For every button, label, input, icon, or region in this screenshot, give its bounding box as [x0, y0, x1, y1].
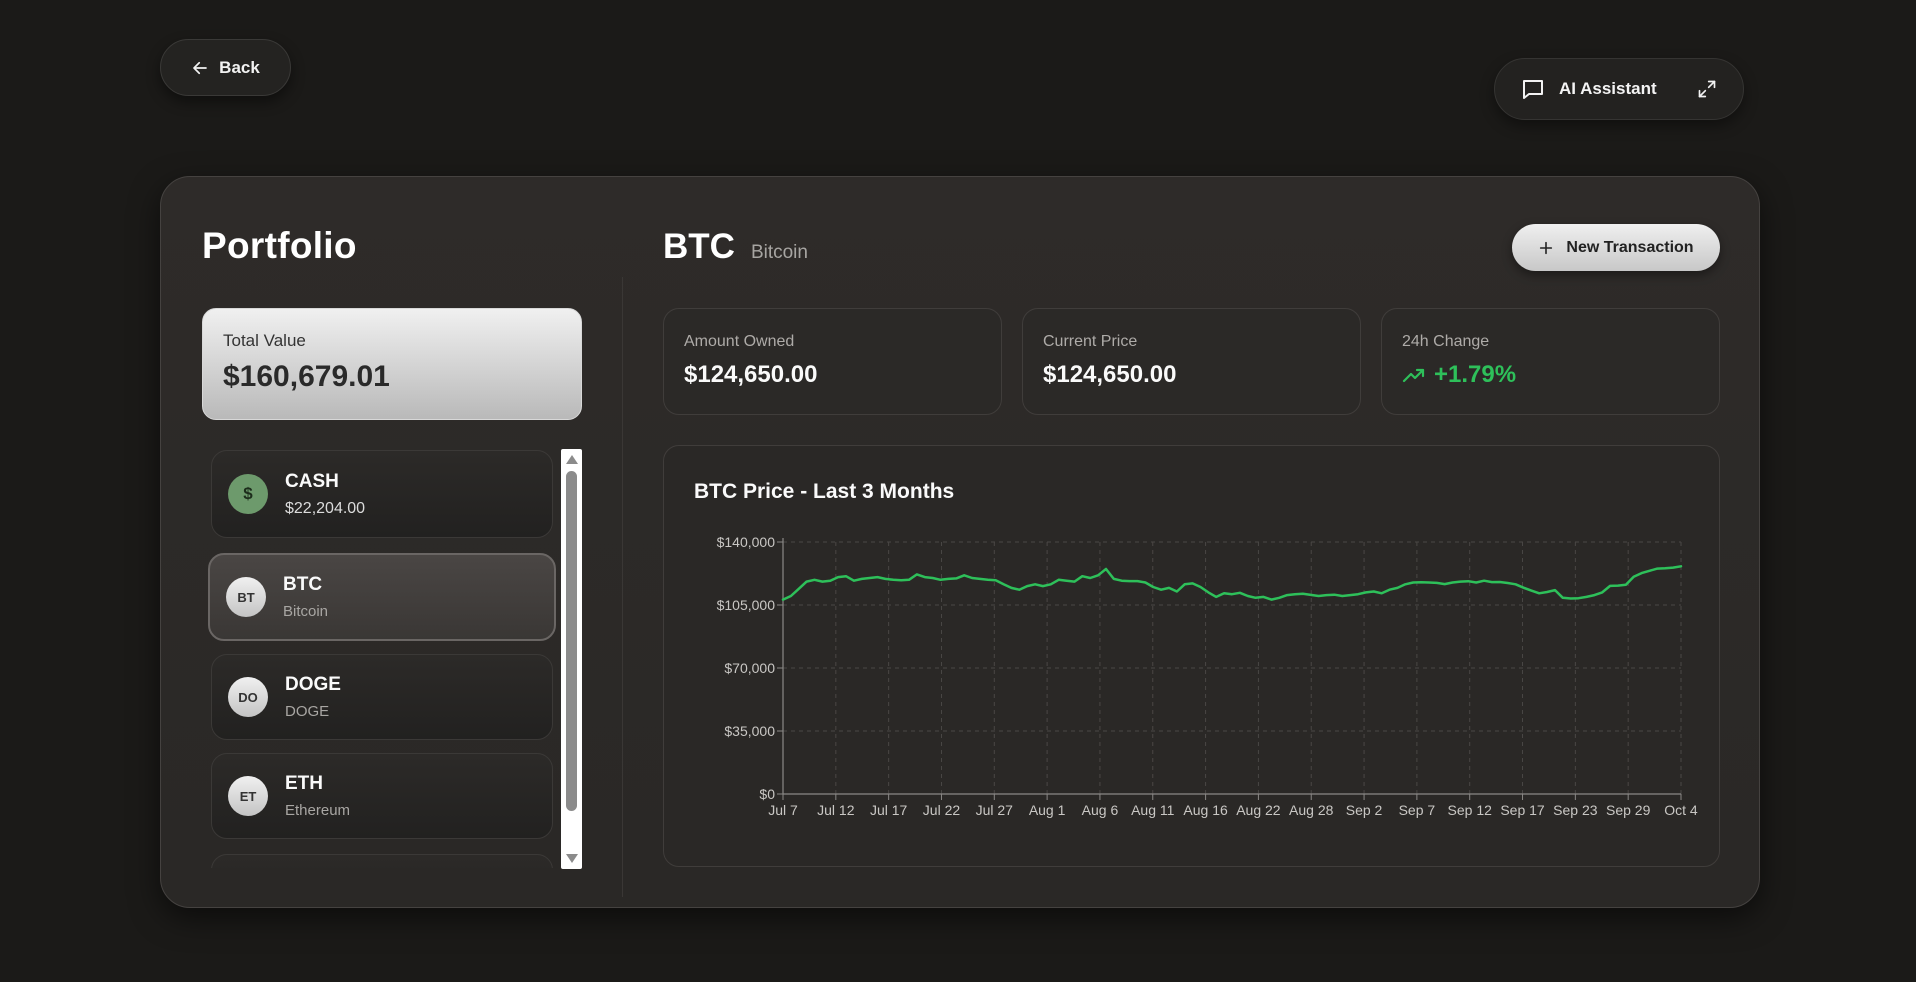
y-tick-label: $0	[759, 786, 775, 802]
asset-item-partial[interactable]	[211, 854, 553, 868]
coin-name: Bitcoin	[750, 242, 808, 263]
plus-icon	[1540, 241, 1553, 254]
x-tick-label: Sep 12	[1448, 802, 1493, 818]
y-tick-label: $70,000	[724, 660, 775, 676]
x-tick-label: Jul 7	[768, 802, 798, 818]
portfolio-title: Portfolio	[202, 225, 357, 266]
scroll-thumb[interactable]	[566, 471, 577, 811]
change-24h-card: 24h Change +1.79%	[1381, 308, 1720, 415]
dollar-icon: $	[228, 474, 268, 514]
current-price-label: Current Price	[1043, 333, 1138, 350]
chat-bubble-icon	[1523, 80, 1543, 99]
amount-owned-card: Amount Owned $124,650.00	[663, 308, 1002, 415]
price-chart-card: BTC Price - Last 3 Months $0 $35,000 $70,0…	[663, 445, 1720, 867]
change-24h-label: 24h Change	[1402, 333, 1490, 350]
x-tick-label: Jul 27	[976, 802, 1014, 818]
btc-avatar: BT	[226, 577, 266, 617]
y-tick-label: $105,000	[717, 597, 776, 613]
asset-item-btc[interactable]: BT BTC Bitcoin	[208, 553, 556, 641]
x-tick-label: Aug 11	[1131, 802, 1175, 818]
current-price-card: Current Price $124,650.00	[1022, 308, 1361, 415]
x-tick-label: Sep 17	[1500, 802, 1545, 818]
x-tick-label: Aug 28	[1289, 802, 1334, 818]
amount-owned-label: Amount Owned	[684, 333, 795, 350]
y-tick-label: $140,000	[717, 534, 776, 550]
asset-name: CASH	[285, 470, 339, 492]
x-tick-label: Sep 7	[1399, 802, 1436, 818]
total-value-card: Total Value $160,679.01	[202, 308, 582, 420]
asset-item-eth[interactable]: ET ETH Ethereum	[211, 753, 553, 839]
coin-heading: BTC Bitcoin	[663, 227, 808, 267]
total-value: $160,679.01	[223, 360, 390, 393]
total-value-label: Total Value	[223, 331, 306, 350]
asset-item-doge[interactable]: DO DOGE DOGE	[211, 654, 553, 740]
x-tick-label: Jul 22	[923, 802, 961, 818]
eth-avatar: ET	[228, 776, 268, 816]
x-tick-label: Aug 22	[1236, 802, 1281, 818]
x-tick-label: Jul 17	[870, 802, 908, 818]
current-price-value: $124,650.00	[1043, 361, 1177, 388]
asset-subtitle: DOGE	[285, 703, 330, 720]
change-24h-value: +1.79%	[1434, 361, 1517, 388]
asset-subtitle: Ethereum	[285, 802, 351, 819]
asset-list-scrollbar[interactable]	[561, 449, 582, 869]
y-tick-label: $35,000	[724, 723, 775, 739]
scroll-down-arrow-icon[interactable]	[566, 854, 578, 863]
asset-subtitle: Bitcoin	[283, 603, 329, 620]
ai-assistant-button[interactable]: AI Assistant	[1494, 58, 1744, 120]
asset-balance: $22,204.00	[285, 499, 366, 517]
x-tick-label: Jul 12	[817, 802, 855, 818]
x-tick-label: Aug 16	[1183, 802, 1228, 818]
asset-name: BTC	[283, 574, 323, 595]
main-panel: Portfolio Total Value $160,679.01 $ CASH…	[160, 176, 1760, 908]
asset-item-cash[interactable]: $ CASH $22,204.00	[211, 450, 553, 538]
ai-assistant-label: AI Assistant	[1559, 79, 1657, 98]
asset-list: $ CASH $22,204.00 BT BTC Bitcoin DO DOGE…	[202, 450, 565, 868]
x-tick-label: Sep 29	[1606, 802, 1651, 818]
new-transaction-button[interactable]: New Transaction	[1512, 224, 1720, 271]
scroll-up-arrow-icon[interactable]	[566, 455, 578, 464]
back-button[interactable]: Back	[160, 39, 291, 96]
price-chart: $0 $35,000 $70,000 $105,000 $140,000 Jul 7 Jul…	[717, 534, 1698, 818]
x-tick-label: Oct 4	[1664, 802, 1698, 818]
change-24h-row: +1.79%	[1402, 361, 1699, 389]
trending-up-icon	[1402, 368, 1425, 383]
back-label: Back	[219, 57, 260, 77]
expand-icon[interactable]	[1697, 79, 1717, 99]
btc-price-line	[781, 565, 1683, 601]
doge-avatar: DO	[228, 677, 268, 717]
x-tick-label: Aug 1	[1029, 802, 1066, 818]
panel-divider	[622, 277, 623, 897]
arrow-left-icon	[193, 61, 207, 74]
x-tick-label: Aug 6	[1082, 802, 1119, 818]
x-tick-label: Sep 23	[1553, 802, 1598, 818]
asset-name: ETH	[285, 773, 323, 794]
new-transaction-label: New Transaction	[1566, 238, 1694, 256]
asset-name: DOGE	[285, 674, 341, 695]
coin-symbol: BTC	[663, 227, 735, 266]
x-tick-label: Sep 2	[1346, 802, 1383, 818]
amount-owned-value: $124,650.00	[684, 361, 818, 388]
